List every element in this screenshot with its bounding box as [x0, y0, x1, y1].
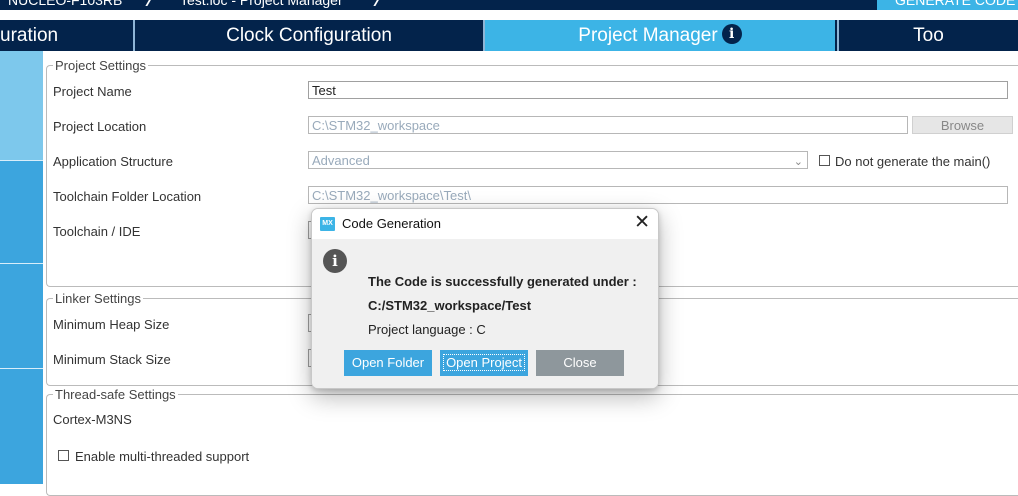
project-settings-legend: Project Settings: [53, 58, 149, 73]
application-structure-label: Application Structure: [53, 154, 173, 169]
toolchain-folder-label: Toolchain Folder Location: [53, 189, 202, 204]
side-nav-advanced-settings[interactable]: [0, 264, 43, 369]
project-location-input[interactable]: C:\STM32_workspace: [308, 116, 908, 134]
enable-multithread-checkbox[interactable]: [58, 450, 69, 461]
info-icon: i: [323, 249, 347, 273]
dialog-body: i The Code is successfully generated und…: [312, 239, 658, 388]
thread-safe-settings-group: Thread-safe Settings: [46, 387, 1018, 496]
generate-code-label: GENERATE CODE: [895, 0, 1016, 8]
tab-clock-configuration[interactable]: Clock Configuration: [135, 20, 485, 51]
breadcrumb-item-board[interactable]: NUCLEO-F103RB: [8, 0, 122, 8]
tab-clock-label: Clock Configuration: [226, 25, 392, 46]
breadcrumb-separator: [363, 0, 385, 6]
close-label: Close: [563, 355, 597, 370]
toolchain-ide-label: Toolchain / IDE: [53, 224, 141, 239]
tab-pinout-configuration[interactable]: uration: [0, 20, 135, 51]
open-folder-button[interactable]: Open Folder: [344, 350, 432, 376]
stm32cubemx-app-icon: MX: [320, 217, 335, 231]
project-location-label: Project Location: [53, 119, 147, 134]
open-project-label: Open Project: [443, 354, 525, 371]
top-toolbar: NUCLEO-F103RB Test.ioc - Project Manager…: [0, 0, 1018, 10]
close-button[interactable]: Close: [536, 350, 624, 376]
min-heap-size-label: Minimum Heap Size: [53, 317, 170, 332]
close-icon[interactable]: ✕: [634, 212, 650, 234]
project-name-label: Project Name: [53, 84, 132, 99]
chevron-down-icon: ⌄: [793, 156, 803, 168]
code-generation-dialog: MX Code Generation ✕ i The Code is succe…: [311, 208, 659, 389]
side-nav-project[interactable]: [0, 51, 43, 161]
thread-safe-settings-legend: Thread-safe Settings: [53, 387, 178, 402]
linker-settings-legend: Linker Settings: [53, 291, 143, 306]
dialog-message-language: Project language : C: [368, 322, 486, 337]
info-icon[interactable]: i: [721, 24, 742, 44]
breadcrumb-separator: [135, 0, 157, 6]
application-structure-value: Advanced: [312, 153, 370, 168]
breadcrumb-item-project[interactable]: Test.ioc - Project Manager: [180, 0, 343, 8]
core-label: Cortex-M3NS: [53, 412, 132, 427]
side-nav-code-generator[interactable]: [0, 161, 43, 264]
open-folder-label: Open Folder: [351, 355, 425, 370]
tab-pinout-label: uration: [0, 25, 59, 46]
browse-button[interactable]: Browse: [912, 116, 1013, 134]
main-tab-bar: uration Clock Configuration Project Mana…: [0, 20, 1018, 51]
dialog-message-line1: The Code is successfully generated under…: [368, 274, 637, 289]
do-not-generate-main-checkbox[interactable]: [819, 155, 830, 166]
enable-multithread-label: Enable multi-threaded support: [75, 449, 250, 464]
do-not-generate-main-label: Do not generate the main(): [835, 154, 991, 169]
toolchain-folder-input[interactable]: C:\STM32_workspace\Test\: [308, 186, 1008, 204]
dialog-title: Code Generation: [342, 216, 442, 231]
project-manager-side-nav: [0, 51, 43, 484]
tab-tools[interactable]: Too: [837, 20, 1018, 51]
project-name-input[interactable]: Test: [308, 81, 1008, 99]
dialog-message-path: C:/STM32_workspace/Test: [368, 298, 532, 313]
tab-tools-label: Too: [913, 25, 944, 46]
tab-project-manager-label: Project Manager: [578, 25, 718, 46]
tab-project-manager[interactable]: Project Manager i: [485, 20, 835, 51]
generate-code-button[interactable]: GENERATE CODE: [877, 0, 1018, 10]
open-project-button[interactable]: Open Project: [440, 350, 528, 376]
application-structure-select[interactable]: Advanced ⌄: [308, 151, 808, 169]
min-stack-size-label: Minimum Stack Size: [53, 352, 171, 367]
dialog-title-bar[interactable]: MX Code Generation ✕: [312, 209, 658, 239]
